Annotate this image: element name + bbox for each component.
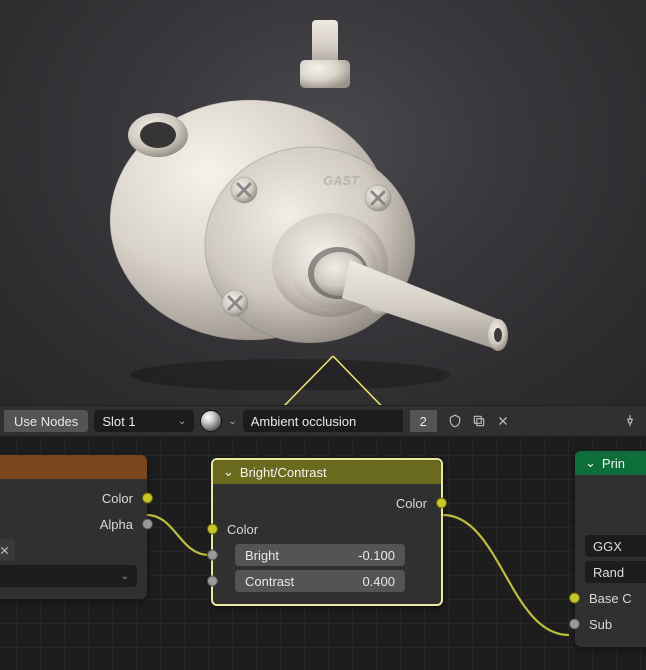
node-editor-graph[interactable]: ⌄ clusion Color Alpha — [0, 437, 646, 670]
input-socket-row: Sub — [575, 611, 646, 637]
dropdown-value: Rand — [593, 565, 624, 580]
chevron-down-icon: ⌄ — [223, 464, 234, 480]
alpha-output-socket[interactable] — [142, 519, 153, 530]
socket-label: Base C — [589, 591, 632, 606]
material-action-icons — [443, 410, 515, 432]
color-input-socket[interactable] — [207, 524, 218, 535]
slider-value: 0.400 — [362, 574, 395, 589]
svg-text:GAST: GAST — [323, 173, 360, 188]
node-header[interactable]: ⌄ Prin — [575, 451, 646, 475]
copy-icon[interactable] — [467, 410, 491, 432]
color-output-socket[interactable] — [142, 493, 153, 504]
distribution-dropdown[interactable]: GGX — [585, 535, 646, 557]
node-principled-bsdf[interactable]: ⌄ Prin GGX Rand Base C Sub — [575, 451, 646, 647]
input-socket-row: Color — [213, 516, 441, 542]
node-title: Prin — [602, 456, 625, 471]
base-color-input-socket[interactable] — [569, 593, 580, 604]
chevron-down-icon[interactable]: ⌄ — [228, 416, 236, 427]
output-socket-row — [575, 481, 646, 533]
socket-label: Color — [102, 491, 133, 506]
dropdown-value: GGX — [593, 539, 622, 554]
slider-value: -0.100 — [358, 548, 395, 563]
output-socket-row: Alpha — [0, 511, 147, 537]
bright-slider[interactable]: Bright -0.100 — [235, 544, 405, 566]
socket-label: Alpha — [100, 517, 133, 532]
socket-label: Color — [227, 522, 258, 537]
node-ambient-occlusion[interactable]: ⌄ clusion Color Alpha — [0, 455, 147, 599]
viewport-3d[interactable]: GAST — [0, 0, 646, 405]
slot-dropdown[interactable]: Slot 1 ⌄ — [94, 410, 194, 432]
node-title: Bright/Contrast — [240, 465, 327, 480]
chevron-down-icon: ⌄ — [178, 416, 186, 427]
material-preview-icon[interactable] — [200, 410, 222, 432]
output-socket-row: Color — [0, 485, 147, 511]
chevron-down-icon: ⌄ — [585, 455, 596, 471]
slider-label: Bright — [245, 548, 279, 563]
input-socket-row: Base C — [575, 585, 646, 611]
subsurface-method-dropdown[interactable]: Rand — [585, 561, 646, 583]
color-output-socket[interactable] — [436, 498, 447, 509]
input-socket-row: Contrast 0.400 — [213, 568, 441, 594]
subsurface-input-socket[interactable] — [569, 619, 580, 630]
socket-label: Color — [396, 496, 427, 511]
use-nodes-label: Use Nodes — [14, 414, 78, 429]
chevron-down-icon: ⌄ — [121, 571, 129, 582]
slider-label: Contrast — [245, 574, 294, 589]
output-socket-row: Color — [213, 490, 441, 516]
contrast-input-socket[interactable] — [207, 576, 218, 587]
material-name-input[interactable] — [243, 410, 403, 432]
socket-label: Sub — [589, 617, 612, 632]
input-socket-row: Bright -0.100 — [213, 542, 441, 568]
contrast-slider[interactable]: Contrast 0.400 — [235, 570, 405, 592]
shield-icon[interactable] — [443, 410, 467, 432]
bright-input-socket[interactable] — [207, 550, 218, 561]
slot-label: Slot 1 — [102, 414, 135, 429]
unlink-icon[interactable] — [491, 410, 515, 432]
image-source-icons — [0, 539, 21, 561]
node-bright-contrast[interactable]: ⌄ Bright/Contrast Color Color Bright -0.… — [211, 458, 443, 606]
interpolation-dropdown[interactable]: ⌄ — [0, 565, 137, 587]
material-users-field[interactable] — [409, 410, 437, 432]
pin-icon[interactable] — [618, 410, 642, 432]
node-editor-header: Use Nodes Slot 1 ⌄ ⌄ — [0, 405, 646, 437]
node-header[interactable]: ⌄ clusion — [0, 455, 147, 479]
node-header[interactable]: ⌄ Bright/Contrast — [213, 460, 441, 484]
rendered-model: GAST — [80, 20, 520, 390]
close-icon[interactable] — [0, 539, 15, 561]
use-nodes-button[interactable]: Use Nodes — [4, 410, 88, 432]
